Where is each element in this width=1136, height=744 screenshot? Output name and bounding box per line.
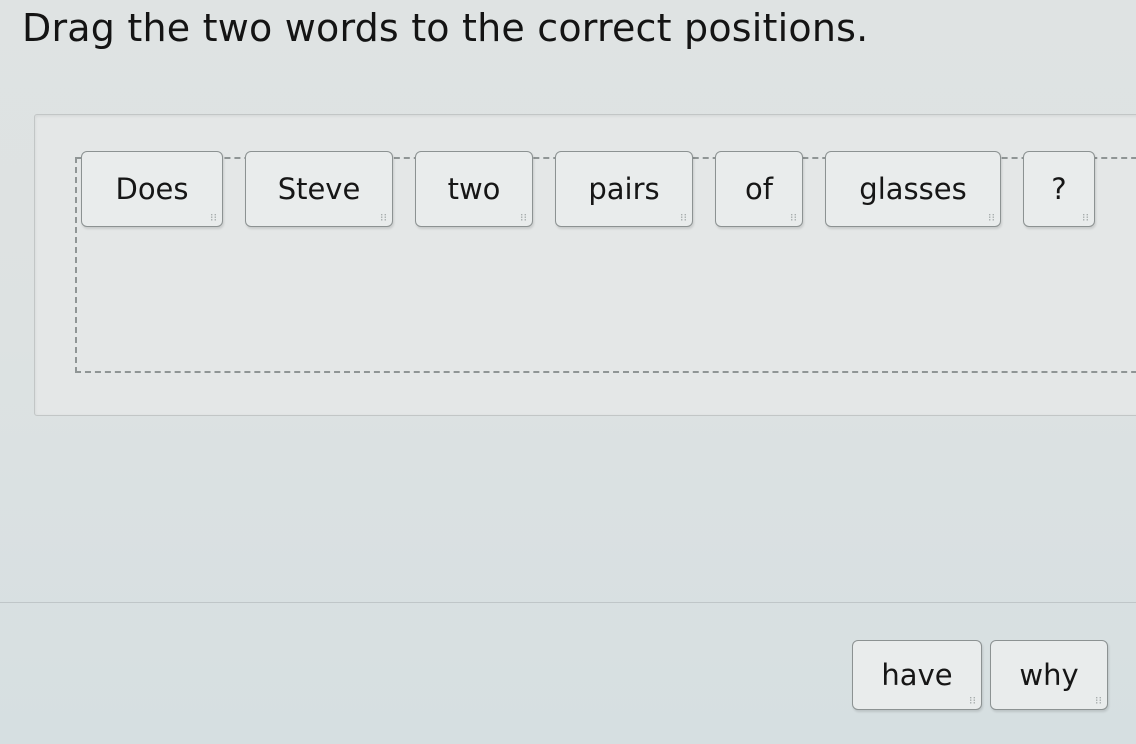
word-bank-tile-why[interactable]: why ⁝⁝ [990, 640, 1108, 710]
word-tile-does[interactable]: Does ⁝⁝ [81, 151, 223, 227]
word-tile-label: two [447, 172, 501, 206]
sentence-panel: Does ⁝⁝ Steve ⁝⁝ two ⁝⁝ pairs ⁝⁝ of ⁝⁝ g… [34, 114, 1136, 416]
word-tile-label: glasses [859, 172, 967, 206]
word-tile-steve[interactable]: Steve ⁝⁝ [245, 151, 393, 227]
grip-dots-icon: ⁝⁝ [680, 211, 687, 224]
word-tile-label: have [881, 658, 953, 692]
word-tile-glasses[interactable]: glasses ⁝⁝ [825, 151, 1001, 227]
word-tile-of[interactable]: of ⁝⁝ [715, 151, 803, 227]
grip-dots-icon: ⁝⁝ [790, 211, 797, 224]
word-tile-two[interactable]: two ⁝⁝ [415, 151, 533, 227]
word-tile-label: why [1019, 658, 1079, 692]
word-tile-label: pairs [588, 172, 660, 206]
word-tile-label: of [745, 172, 773, 206]
grip-dots-icon: ⁝⁝ [1095, 694, 1102, 707]
grip-dots-icon: ⁝⁝ [988, 211, 995, 224]
word-tile-label: ? [1051, 172, 1067, 206]
sentence-word-row: Does ⁝⁝ Steve ⁝⁝ two ⁝⁝ pairs ⁝⁝ of ⁝⁝ g… [81, 151, 1095, 227]
word-tile-label: Steve [277, 172, 361, 206]
section-divider [0, 602, 1136, 603]
word-tile-label: Does [115, 172, 189, 206]
grip-dots-icon: ⁝⁝ [210, 211, 217, 224]
grip-dots-icon: ⁝⁝ [1082, 211, 1089, 224]
word-tile-pairs[interactable]: pairs ⁝⁝ [555, 151, 693, 227]
grip-dots-icon: ⁝⁝ [380, 211, 387, 224]
grip-dots-icon: ⁝⁝ [520, 211, 527, 224]
instruction-text: Drag the two words to the correct positi… [22, 6, 869, 50]
word-bank: have ⁝⁝ why ⁝⁝ [852, 640, 1108, 710]
grip-dots-icon: ⁝⁝ [969, 694, 976, 707]
word-bank-tile-have[interactable]: have ⁝⁝ [852, 640, 982, 710]
word-tile-question-mark[interactable]: ? ⁝⁝ [1023, 151, 1095, 227]
